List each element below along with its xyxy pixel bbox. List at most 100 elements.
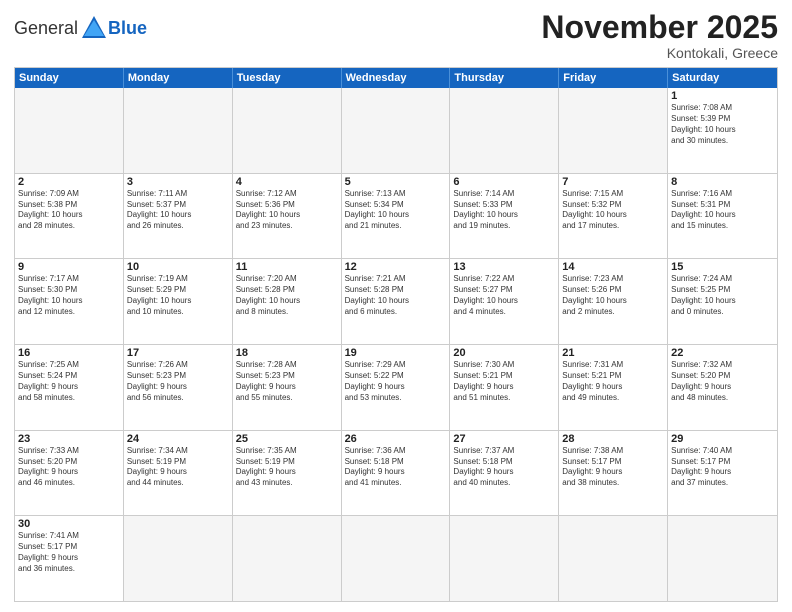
day-number: 25 (236, 433, 338, 445)
day-number: 29 (671, 433, 774, 445)
day-number: 1 (671, 90, 774, 102)
day-info: Sunrise: 7:31 AM Sunset: 5:21 PM Dayligh… (562, 360, 664, 403)
day-info: Sunrise: 7:36 AM Sunset: 5:18 PM Dayligh… (345, 446, 447, 489)
day-number: 27 (453, 433, 555, 445)
day-cell-21: 21Sunrise: 7:31 AM Sunset: 5:21 PM Dayli… (559, 345, 668, 430)
day-cell-6: 6Sunrise: 7:14 AM Sunset: 5:33 PM Daylig… (450, 174, 559, 259)
day-cell-9: 9Sunrise: 7:17 AM Sunset: 5:30 PM Daylig… (15, 259, 124, 344)
day-number: 26 (345, 433, 447, 445)
day-cell-16: 16Sunrise: 7:25 AM Sunset: 5:24 PM Dayli… (15, 345, 124, 430)
logo-blue-text: Blue (108, 18, 147, 39)
day-info: Sunrise: 7:41 AM Sunset: 5:17 PM Dayligh… (18, 531, 120, 574)
day-cell-10: 10Sunrise: 7:19 AM Sunset: 5:29 PM Dayli… (124, 259, 233, 344)
day-info: Sunrise: 7:15 AM Sunset: 5:32 PM Dayligh… (562, 189, 664, 232)
day-info: Sunrise: 7:22 AM Sunset: 5:27 PM Dayligh… (453, 274, 555, 317)
empty-cell (559, 88, 668, 173)
day-cell-27: 27Sunrise: 7:37 AM Sunset: 5:18 PM Dayli… (450, 431, 559, 516)
page: General Blue November 2025 Kontokali, Gr… (0, 0, 792, 612)
empty-cell (124, 88, 233, 173)
day-number: 2 (18, 176, 120, 188)
day-cell-14: 14Sunrise: 7:23 AM Sunset: 5:26 PM Dayli… (559, 259, 668, 344)
day-info: Sunrise: 7:34 AM Sunset: 5:19 PM Dayligh… (127, 446, 229, 489)
day-number: 8 (671, 176, 774, 188)
day-cell-22: 22Sunrise: 7:32 AM Sunset: 5:20 PM Dayli… (668, 345, 777, 430)
empty-cell (233, 516, 342, 601)
day-info: Sunrise: 7:14 AM Sunset: 5:33 PM Dayligh… (453, 189, 555, 232)
day-info: Sunrise: 7:25 AM Sunset: 5:24 PM Dayligh… (18, 360, 120, 403)
calendar: SundayMondayTuesdayWednesdayThursdayFrid… (14, 67, 778, 602)
day-cell-28: 28Sunrise: 7:38 AM Sunset: 5:17 PM Dayli… (559, 431, 668, 516)
header: General Blue November 2025 Kontokali, Gr… (14, 10, 778, 61)
empty-cell (559, 516, 668, 601)
day-cell-17: 17Sunrise: 7:26 AM Sunset: 5:23 PM Dayli… (124, 345, 233, 430)
header-day-monday: Monday (124, 68, 233, 88)
day-info: Sunrise: 7:28 AM Sunset: 5:23 PM Dayligh… (236, 360, 338, 403)
day-info: Sunrise: 7:38 AM Sunset: 5:17 PM Dayligh… (562, 446, 664, 489)
empty-cell (233, 88, 342, 173)
logo-icon (80, 14, 108, 42)
day-info: Sunrise: 7:35 AM Sunset: 5:19 PM Dayligh… (236, 446, 338, 489)
day-info: Sunrise: 7:08 AM Sunset: 5:39 PM Dayligh… (671, 103, 774, 146)
calendar-body: 1Sunrise: 7:08 AM Sunset: 5:39 PM Daylig… (15, 88, 777, 601)
day-number: 12 (345, 261, 447, 273)
day-number: 21 (562, 347, 664, 359)
day-info: Sunrise: 7:32 AM Sunset: 5:20 PM Dayligh… (671, 360, 774, 403)
day-info: Sunrise: 7:30 AM Sunset: 5:21 PM Dayligh… (453, 360, 555, 403)
day-info: Sunrise: 7:23 AM Sunset: 5:26 PM Dayligh… (562, 274, 664, 317)
header-day-friday: Friday (559, 68, 668, 88)
day-cell-7: 7Sunrise: 7:15 AM Sunset: 5:32 PM Daylig… (559, 174, 668, 259)
day-info: Sunrise: 7:12 AM Sunset: 5:36 PM Dayligh… (236, 189, 338, 232)
day-cell-29: 29Sunrise: 7:40 AM Sunset: 5:17 PM Dayli… (668, 431, 777, 516)
day-number: 9 (18, 261, 120, 273)
week-row-1: 2Sunrise: 7:09 AM Sunset: 5:38 PM Daylig… (15, 174, 777, 260)
week-row-3: 16Sunrise: 7:25 AM Sunset: 5:24 PM Dayli… (15, 345, 777, 431)
day-cell-4: 4Sunrise: 7:12 AM Sunset: 5:36 PM Daylig… (233, 174, 342, 259)
day-info: Sunrise: 7:11 AM Sunset: 5:37 PM Dayligh… (127, 189, 229, 232)
location: Kontokali, Greece (541, 45, 778, 61)
day-cell-23: 23Sunrise: 7:33 AM Sunset: 5:20 PM Dayli… (15, 431, 124, 516)
day-number: 3 (127, 176, 229, 188)
day-info: Sunrise: 7:33 AM Sunset: 5:20 PM Dayligh… (18, 446, 120, 489)
day-number: 19 (345, 347, 447, 359)
day-info: Sunrise: 7:24 AM Sunset: 5:25 PM Dayligh… (671, 274, 774, 317)
day-number: 15 (671, 261, 774, 273)
logo-general-text: General (14, 18, 78, 39)
day-number: 22 (671, 347, 774, 359)
day-info: Sunrise: 7:21 AM Sunset: 5:28 PM Dayligh… (345, 274, 447, 317)
day-number: 30 (18, 518, 120, 530)
day-cell-30: 30Sunrise: 7:41 AM Sunset: 5:17 PM Dayli… (15, 516, 124, 601)
day-info: Sunrise: 7:17 AM Sunset: 5:30 PM Dayligh… (18, 274, 120, 317)
day-info: Sunrise: 7:19 AM Sunset: 5:29 PM Dayligh… (127, 274, 229, 317)
day-number: 11 (236, 261, 338, 273)
day-info: Sunrise: 7:20 AM Sunset: 5:28 PM Dayligh… (236, 274, 338, 317)
week-row-4: 23Sunrise: 7:33 AM Sunset: 5:20 PM Dayli… (15, 431, 777, 517)
day-number: 7 (562, 176, 664, 188)
day-number: 13 (453, 261, 555, 273)
day-cell-15: 15Sunrise: 7:24 AM Sunset: 5:25 PM Dayli… (668, 259, 777, 344)
header-day-tuesday: Tuesday (233, 68, 342, 88)
day-number: 28 (562, 433, 664, 445)
day-number: 17 (127, 347, 229, 359)
day-number: 18 (236, 347, 338, 359)
empty-cell (450, 88, 559, 173)
day-info: Sunrise: 7:16 AM Sunset: 5:31 PM Dayligh… (671, 189, 774, 232)
day-number: 14 (562, 261, 664, 273)
day-cell-25: 25Sunrise: 7:35 AM Sunset: 5:19 PM Dayli… (233, 431, 342, 516)
month-title: November 2025 (541, 10, 778, 45)
day-cell-8: 8Sunrise: 7:16 AM Sunset: 5:31 PM Daylig… (668, 174, 777, 259)
header-day-saturday: Saturday (668, 68, 777, 88)
day-info: Sunrise: 7:26 AM Sunset: 5:23 PM Dayligh… (127, 360, 229, 403)
day-cell-5: 5Sunrise: 7:13 AM Sunset: 5:34 PM Daylig… (342, 174, 451, 259)
day-info: Sunrise: 7:40 AM Sunset: 5:17 PM Dayligh… (671, 446, 774, 489)
day-info: Sunrise: 7:37 AM Sunset: 5:18 PM Dayligh… (453, 446, 555, 489)
empty-cell (342, 516, 451, 601)
calendar-header: SundayMondayTuesdayWednesdayThursdayFrid… (15, 68, 777, 88)
empty-cell (668, 516, 777, 601)
day-cell-3: 3Sunrise: 7:11 AM Sunset: 5:37 PM Daylig… (124, 174, 233, 259)
day-number: 4 (236, 176, 338, 188)
day-number: 23 (18, 433, 120, 445)
empty-cell (342, 88, 451, 173)
header-day-thursday: Thursday (450, 68, 559, 88)
day-cell-20: 20Sunrise: 7:30 AM Sunset: 5:21 PM Dayli… (450, 345, 559, 430)
day-info: Sunrise: 7:13 AM Sunset: 5:34 PM Dayligh… (345, 189, 447, 232)
